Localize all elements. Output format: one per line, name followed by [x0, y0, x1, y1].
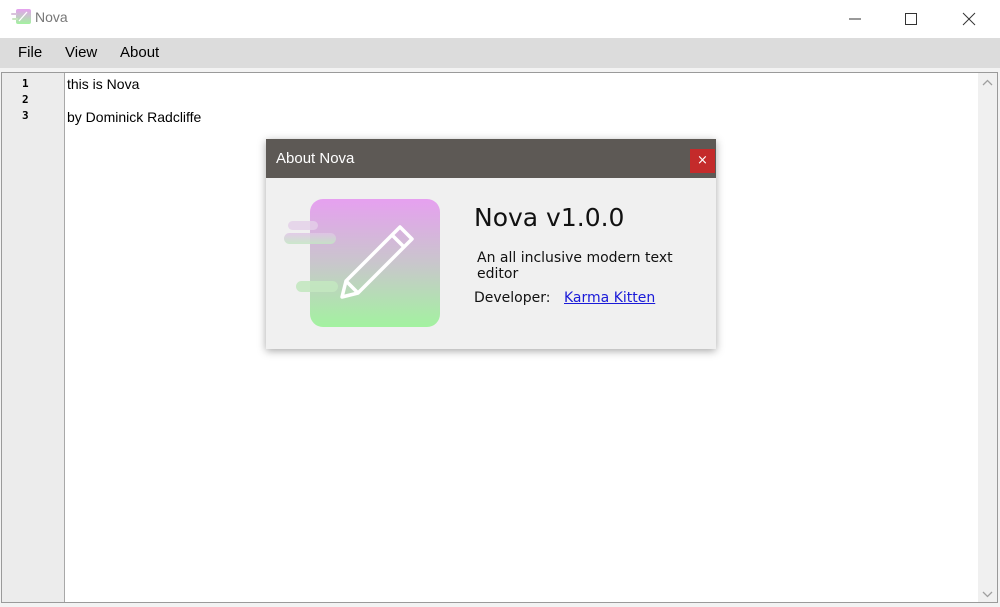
- menu-file[interactable]: File: [18, 44, 42, 61]
- dialog-titlebar[interactable]: About Nova ×: [266, 139, 716, 178]
- scroll-down-icon[interactable]: [982, 591, 993, 598]
- menu-bar: File View About: [0, 38, 1000, 68]
- maximize-icon: [905, 13, 917, 25]
- window-title: Nova: [35, 9, 68, 25]
- close-button[interactable]: [940, 0, 998, 38]
- maximize-button[interactable]: [882, 0, 940, 38]
- nova-app-icon: [11, 9, 31, 24]
- minimize-icon: [849, 18, 861, 20]
- menu-view[interactable]: View: [65, 44, 97, 61]
- window-titlebar[interactable]: Nova: [0, 0, 1000, 38]
- developer-label: Developer:: [474, 290, 551, 306]
- dialog-close-button[interactable]: ×: [690, 149, 715, 173]
- app-name-version: Nova v1.0.0: [474, 203, 625, 232]
- about-dialog: About Nova × Nova v1.0.0 An all inclusiv…: [266, 139, 716, 349]
- close-icon: [962, 12, 976, 26]
- editor-line[interactable]: this is Nova: [67, 76, 139, 92]
- line-number: 2: [22, 93, 29, 106]
- scroll-up-icon[interactable]: [982, 79, 993, 86]
- menu-about[interactable]: About: [120, 44, 159, 61]
- dialog-title: About Nova: [276, 150, 355, 167]
- line-number: 1: [22, 77, 29, 90]
- editor-line[interactable]: by Dominick Radcliffe: [67, 109, 201, 125]
- vertical-scrollbar[interactable]: [978, 73, 997, 602]
- pencil-logo-icon: [284, 199, 440, 327]
- line-number: 3: [22, 109, 29, 122]
- app-tagline: An all inclusive modern text editor: [477, 250, 673, 282]
- line-number-gutter: 1 2 3: [2, 73, 65, 602]
- developer-link[interactable]: Karma Kitten: [564, 290, 655, 306]
- minimize-button[interactable]: [826, 0, 884, 38]
